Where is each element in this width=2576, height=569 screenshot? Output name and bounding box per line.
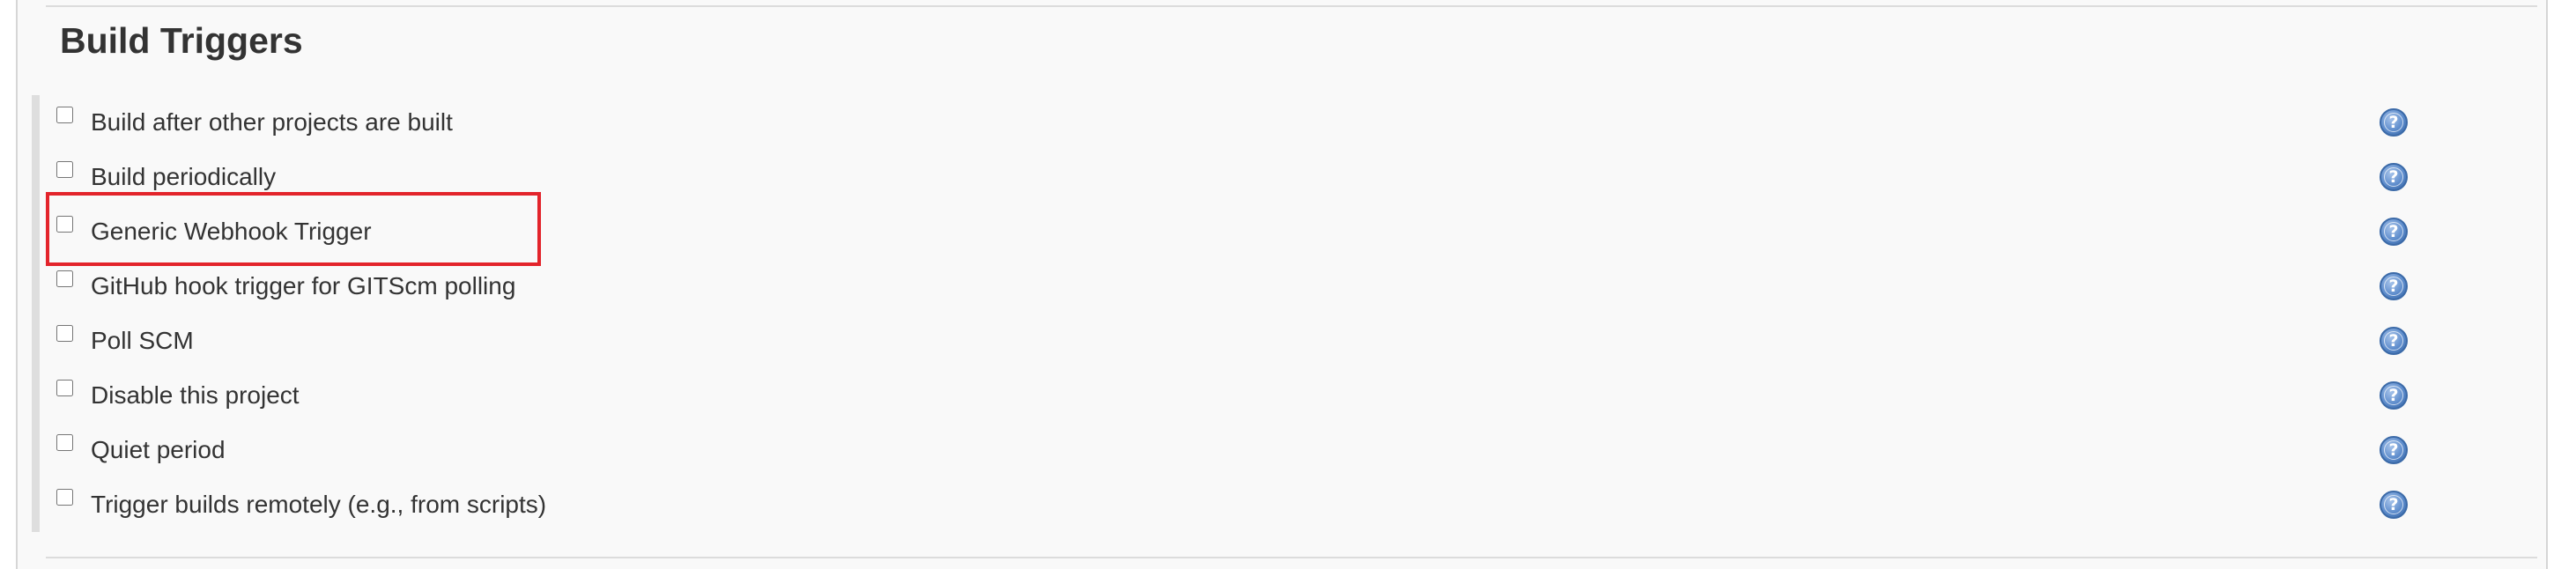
help-question-icon[interactable]: ? [2380, 108, 2408, 137]
build-periodically-checkbox[interactable] [56, 161, 73, 178]
github-hook-trigger-checkbox[interactable] [56, 270, 73, 287]
build-after-other-projects-label[interactable]: Build after other projects are built [91, 95, 453, 150]
disable-project-label[interactable]: Disable this project [91, 368, 300, 423]
section-divider-top [46, 5, 2537, 7]
section-divider-bottom [46, 557, 2537, 558]
disable-project-checkbox[interactable] [56, 380, 73, 396]
help-question-icon[interactable]: ? [2380, 327, 2408, 355]
trigger-row-poll-scm: Poll SCM ? [56, 314, 2440, 368]
trigger-builds-remotely-label[interactable]: Trigger builds remotely (e.g., from scri… [91, 477, 546, 532]
quiet-period-checkbox[interactable] [56, 434, 73, 451]
generic-webhook-trigger-checkbox[interactable] [56, 216, 73, 233]
build-after-other-projects-checkbox[interactable] [56, 107, 73, 123]
quiet-period-label[interactable]: Quiet period [91, 423, 226, 477]
generic-webhook-trigger-label[interactable]: Generic Webhook Trigger [91, 204, 372, 259]
help-question-icon[interactable]: ? [2380, 381, 2408, 410]
trigger-builds-remotely-checkbox[interactable] [56, 489, 73, 506]
section-title: Build Triggers [60, 20, 303, 61]
trigger-row-quiet-period: Quiet period ? [56, 423, 2440, 477]
github-hook-trigger-label[interactable]: GitHub hook trigger for GITScm polling [91, 259, 515, 314]
help-question-icon[interactable]: ? [2380, 436, 2408, 464]
trigger-row-disable-project: Disable this project ? [56, 368, 2440, 423]
trigger-row-generic-webhook: Generic Webhook Trigger ? [56, 204, 2440, 259]
help-question-icon[interactable]: ? [2380, 218, 2408, 246]
help-question-icon[interactable]: ? [2380, 272, 2408, 300]
build-triggers-panel: Build Triggers Build after other project… [16, 0, 2548, 569]
trigger-row-github-hook: GitHub hook trigger for GITScm polling ? [56, 259, 2440, 314]
trigger-row-build-periodically: Build periodically ? [56, 150, 2440, 204]
options-left-bar [32, 95, 40, 532]
poll-scm-checkbox[interactable] [56, 325, 73, 342]
help-question-icon[interactable]: ? [2380, 491, 2408, 519]
trigger-row-trigger-builds-remotely: Trigger builds remotely (e.g., from scri… [56, 477, 2440, 532]
build-periodically-label[interactable]: Build periodically [91, 150, 276, 204]
poll-scm-label[interactable]: Poll SCM [91, 314, 194, 368]
trigger-row-build-after-other-projects: Build after other projects are built ? [56, 95, 2440, 150]
help-question-icon[interactable]: ? [2380, 163, 2408, 191]
